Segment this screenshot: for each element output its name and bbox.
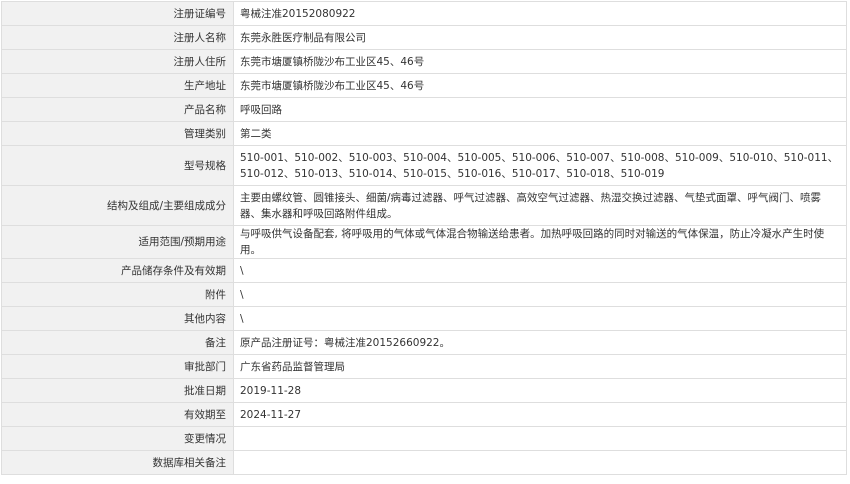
row-registrant-address: 注册人住所 东莞市塘厦镇桥陇沙布工业区45、46号: [1, 49, 847, 74]
row-registrant-name: 注册人名称 东莞永胜医疗制品有限公司: [1, 25, 847, 50]
registration-table: 注册证编号 粤械注准20152080922 注册人名称 东莞永胜医疗制品有限公司…: [1, 1, 847, 475]
label-production-address: 生产地址: [1, 73, 234, 98]
row-registration-number: 注册证编号 粤械注准20152080922: [1, 1, 847, 26]
label-storage-validity: 产品储存条件及有效期: [1, 258, 234, 283]
label-product-name: 产品名称: [1, 97, 234, 122]
label-registrant-address: 注册人住所: [1, 49, 234, 74]
row-intended-use: 适用范围/预期用途 与呼吸供气设备配套, 将呼吸用的气体或气体混合物输送给患者。…: [1, 225, 847, 259]
row-model-spec: 型号规格 510-001、510-002、510-003、510-004、510…: [1, 145, 847, 186]
label-approval-department: 审批部门: [1, 354, 234, 379]
value-registration-number: 粤械注准20152080922: [233, 1, 847, 26]
label-structure-composition: 结构及组成/主要组成成分: [1, 185, 234, 226]
label-attachment: 附件: [1, 282, 234, 307]
row-attachment: 附件 \: [1, 282, 847, 307]
value-approval-date: 2019-11-28: [233, 378, 847, 403]
value-approval-department: 广东省药品监督管理局: [233, 354, 847, 379]
value-production-address: 东莞市塘厦镇桥陇沙布工业区45、46号: [233, 73, 847, 98]
value-registrant-name: 东莞永胜医疗制品有限公司: [233, 25, 847, 50]
value-model-spec: 510-001、510-002、510-003、510-004、510-005、…: [233, 145, 847, 186]
value-database-remarks: [233, 450, 847, 475]
row-structure-composition: 结构及组成/主要组成成分 主要由螺纹管、圆锥接头、细菌/病毒过滤器、呼气过滤器、…: [1, 185, 847, 226]
label-valid-until: 有效期至: [1, 402, 234, 427]
value-change-history: [233, 426, 847, 451]
label-intended-use: 适用范围/预期用途: [1, 225, 234, 259]
value-structure-composition: 主要由螺纹管、圆锥接头、细菌/病毒过滤器、呼气过滤器、高效空气过滤器、热湿交换过…: [233, 185, 847, 226]
label-change-history: 变更情况: [1, 426, 234, 451]
label-remarks: 备注: [1, 330, 234, 355]
value-intended-use: 与呼吸供气设备配套, 将呼吸用的气体或气体混合物输送给患者。加热呼吸回路的同时对…: [233, 225, 847, 259]
label-model-spec: 型号规格: [1, 145, 234, 186]
row-change-history: 变更情况: [1, 426, 847, 451]
value-other-content: \: [233, 306, 847, 331]
row-production-address: 生产地址 东莞市塘厦镇桥陇沙布工业区45、46号: [1, 73, 847, 98]
row-management-class: 管理类别 第二类: [1, 121, 847, 146]
value-remarks: 原产品注册证号：粤械注准20152660922。: [233, 330, 847, 355]
row-approval-date: 批准日期 2019-11-28: [1, 378, 847, 403]
label-management-class: 管理类别: [1, 121, 234, 146]
registration-detail-panel: 注册证编号 粤械注准20152080922 注册人名称 东莞永胜医疗制品有限公司…: [1, 1, 849, 475]
row-remarks: 备注 原产品注册证号：粤械注准20152660922。: [1, 330, 847, 355]
value-attachment: \: [233, 282, 847, 307]
value-valid-until: 2024-11-27: [233, 402, 847, 427]
label-other-content: 其他内容: [1, 306, 234, 331]
row-valid-until: 有效期至 2024-11-27: [1, 402, 847, 427]
label-approval-date: 批准日期: [1, 378, 234, 403]
row-approval-department: 审批部门 广东省药品监督管理局: [1, 354, 847, 379]
row-product-name: 产品名称 呼吸回路: [1, 97, 847, 122]
value-registrant-address: 东莞市塘厦镇桥陇沙布工业区45、46号: [233, 49, 847, 74]
value-storage-validity: \: [233, 258, 847, 283]
value-product-name: 呼吸回路: [233, 97, 847, 122]
row-other-content: 其他内容 \: [1, 306, 847, 331]
label-registrant-name: 注册人名称: [1, 25, 234, 50]
label-database-remarks: 数据库相关备注: [1, 450, 234, 475]
row-storage-validity: 产品储存条件及有效期 \: [1, 258, 847, 283]
row-database-remarks: 数据库相关备注: [1, 450, 847, 475]
label-registration-number: 注册证编号: [1, 1, 234, 26]
value-management-class: 第二类: [233, 121, 847, 146]
